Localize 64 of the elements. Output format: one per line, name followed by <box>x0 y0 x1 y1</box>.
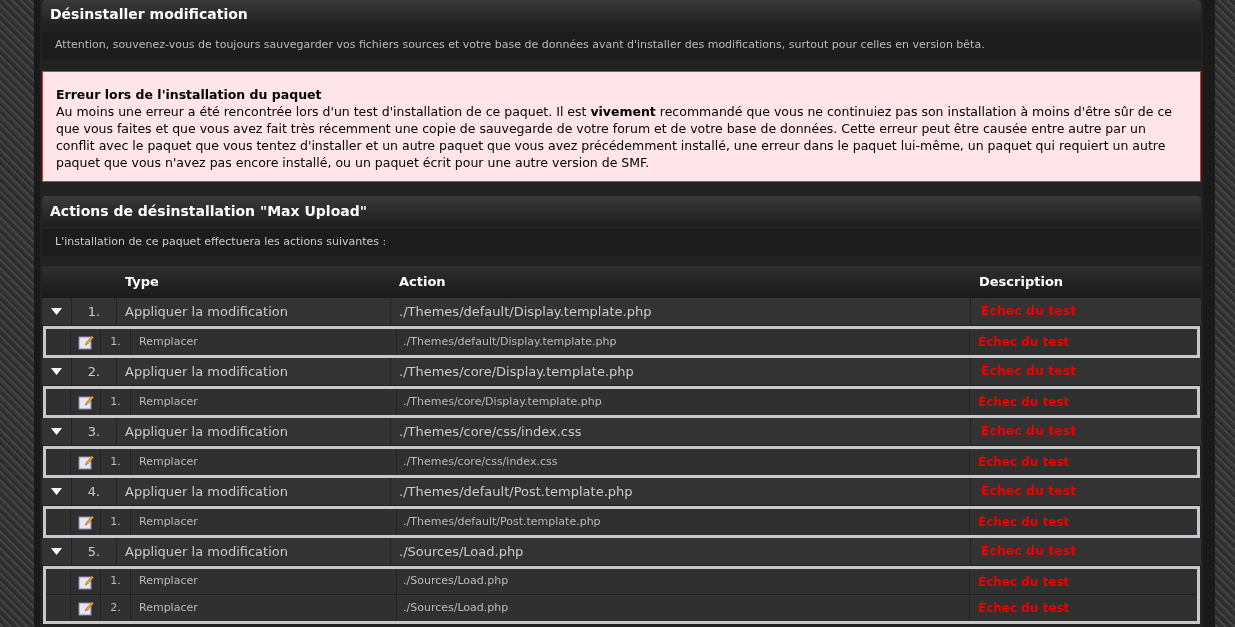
column-header: Type <box>125 273 160 292</box>
status-text: Échec du test <box>981 482 1077 501</box>
section-info: L'installation de ce paquet effectuera les actions suivantes : <box>42 229 1201 256</box>
table-cell-text: ./Sources/Load.php <box>399 542 524 561</box>
table-cell-text: ./Themes/default/Display.template.php <box>399 302 652 321</box>
table-cell-text: Remplacer <box>139 453 198 470</box>
table-cell-text: Remplacer <box>139 393 198 410</box>
status-text: Échec du test <box>981 362 1077 381</box>
row-number: 3. <box>87 422 101 441</box>
table-cell-text: Remplacer <box>139 513 198 530</box>
status-text: Échec du test <box>978 393 1070 411</box>
row-number: 1. <box>87 302 101 321</box>
status-text: Échec du test <box>978 333 1070 351</box>
edit-note-icon <box>77 573 94 590</box>
table-cell-text: Remplacer <box>139 333 198 350</box>
edit-note-icon <box>77 514 94 530</box>
row-number: 1. <box>110 453 121 470</box>
table-cell-text: ./Themes/default/Post.template.php <box>399 482 633 501</box>
caret-icon[interactable] <box>51 428 62 435</box>
row-number: 2. <box>110 599 121 616</box>
table-cell-text: ./Themes/core/Display.template.php <box>403 393 602 410</box>
table-cell-text: ./Themes/core/css/index.css <box>403 453 558 470</box>
table-cell-text: Appliquer la modification <box>125 302 288 321</box>
caret-icon[interactable] <box>51 308 62 315</box>
status-text: Échec du test <box>981 302 1077 321</box>
table-cell-text: ./Themes/core/Display.template.php <box>399 362 634 381</box>
table-cell-text: ./Themes/default/Display.template.php <box>403 333 617 350</box>
row-number: 5. <box>87 542 101 561</box>
page-title: Désinstaller modification <box>42 0 1201 29</box>
notice-text: Attention, souvenez-vous de toujours sauvegarder vos fichiers sources et votre base de données avant d'installer des modifications, surtout pour celles en version bêta. <box>42 32 1201 59</box>
table-cell-text: Remplacer <box>139 599 198 616</box>
edit-note-icon <box>77 600 94 616</box>
edit-note-icon <box>77 394 94 410</box>
row-number: 1. <box>110 573 121 590</box>
table-cell-text: Appliquer la modification <box>125 362 288 381</box>
status-text: Échec du test <box>978 599 1070 617</box>
table-cell-text: ./Themes/core/css/index.css <box>399 422 582 441</box>
caret-icon[interactable] <box>51 368 62 375</box>
table-cell-text: Appliquer la modification <box>125 422 288 441</box>
status-text: Échec du test <box>978 513 1070 531</box>
status-text: Échec du test <box>981 422 1077 441</box>
edit-note-icon <box>77 454 94 470</box>
caret-icon[interactable] <box>51 488 62 495</box>
caret-icon[interactable] <box>51 548 62 555</box>
table-cell: ./Sources/Load.php <box>403 573 509 590</box>
row-number: 1. <box>110 513 121 530</box>
section-title: Actions de désinstallation "Max Upload" <box>42 196 1201 226</box>
table-cell-text: ./Sources/Load.php <box>403 599 509 616</box>
row-number: 4. <box>87 482 101 501</box>
row-number: 1. <box>110 393 121 410</box>
column-header: Description <box>979 273 1064 292</box>
error-message: Au moins une erreur a été rencontrée lors d'un test d'installation de ce paquet. Il est vivement recommandé que vous ne continuiez pas son installation à moins d'être sûr de ce que vous faites et que vous avez fait très récemment une copie de sauvegarde de votre forum et de votre base de données. Cette erreur peut être causée entre autre par un conflit avec le paquet que vous tentez d'installer et un autre paquet que vous avez précédemment installé, une erreur dans le paquet lui-même, un paquet qui requiert un autre paquet que vous n'avez pas encore installé, ou un paquet écrit pour une autre version de SMF. <box>56 103 1173 171</box>
edit-note-icon <box>77 334 94 350</box>
row-number: 2. <box>87 362 101 381</box>
row-number: 1. <box>110 333 121 350</box>
column-header: Action <box>399 273 447 292</box>
table-cell: Remplacer <box>139 573 198 590</box>
table-cell-text: ./Themes/default/Post.template.php <box>403 513 601 530</box>
status-text: Échec du test <box>981 542 1077 561</box>
error-title: Erreur lors de l'installation du paquet <box>56 86 323 103</box>
status-text: Échec du test <box>978 453 1070 471</box>
table-cell-text: Appliquer la modification <box>125 482 288 501</box>
table-cell-text: Appliquer la modification <box>125 542 288 561</box>
status-text: Échec du test <box>978 573 1070 591</box>
